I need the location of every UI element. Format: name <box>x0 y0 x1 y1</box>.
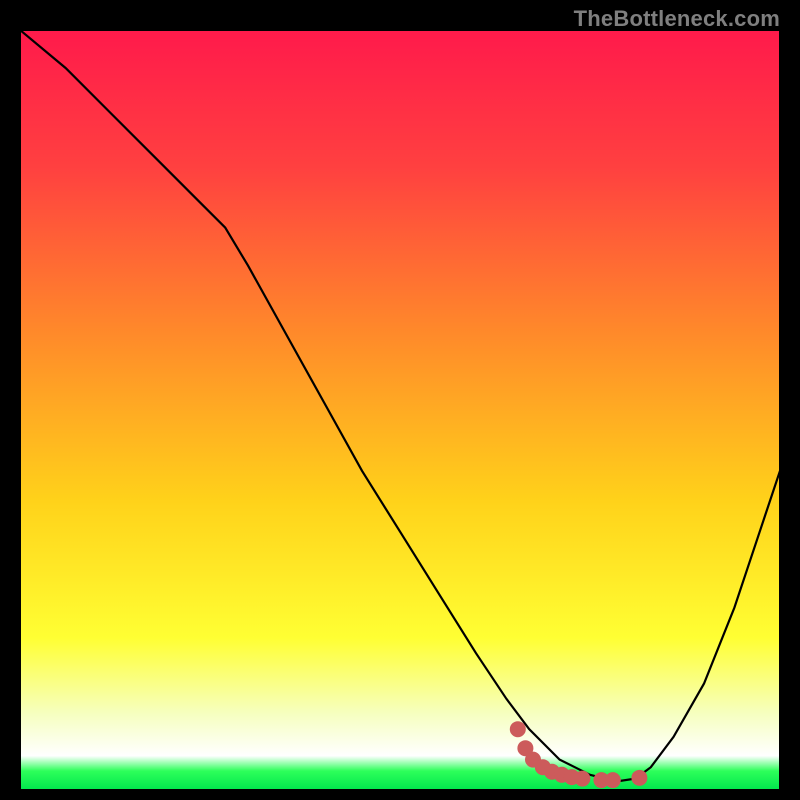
marker-dot <box>574 771 590 787</box>
chart-frame <box>20 30 780 790</box>
marker-dot <box>631 770 647 786</box>
marker-dot <box>605 772 621 788</box>
marker-dot <box>510 721 526 737</box>
chart-svg <box>20 30 780 790</box>
watermark-text: TheBottleneck.com <box>574 6 780 32</box>
chart-background <box>20 30 780 790</box>
